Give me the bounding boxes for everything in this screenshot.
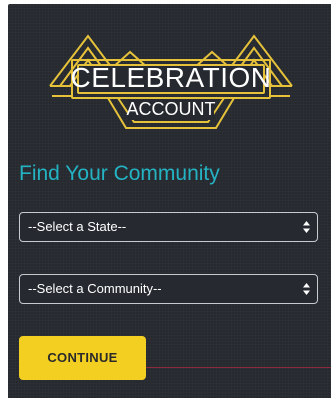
state-select[interactable]: --Select a State-- <box>19 212 318 242</box>
page-frame: CELEBRATION ACCOUNT Find Your Community … <box>0 0 331 398</box>
state-select-value: --Select a State-- <box>28 219 127 234</box>
updown-arrows-icon <box>303 283 310 295</box>
celebration-account-logo: CELEBRATION ACCOUNT <box>48 24 294 130</box>
continue-button[interactable]: CONTINUE <box>19 336 146 380</box>
community-select[interactable]: --Select a Community-- <box>19 274 318 304</box>
page-heading: Find Your Community <box>19 162 220 185</box>
community-select-value: --Select a Community-- <box>28 281 162 296</box>
updown-arrows-icon <box>303 221 310 233</box>
logo-title: CELEBRATION <box>70 62 272 93</box>
logo-subtitle: ACCOUNT <box>126 99 216 119</box>
divider-line <box>146 367 331 368</box>
